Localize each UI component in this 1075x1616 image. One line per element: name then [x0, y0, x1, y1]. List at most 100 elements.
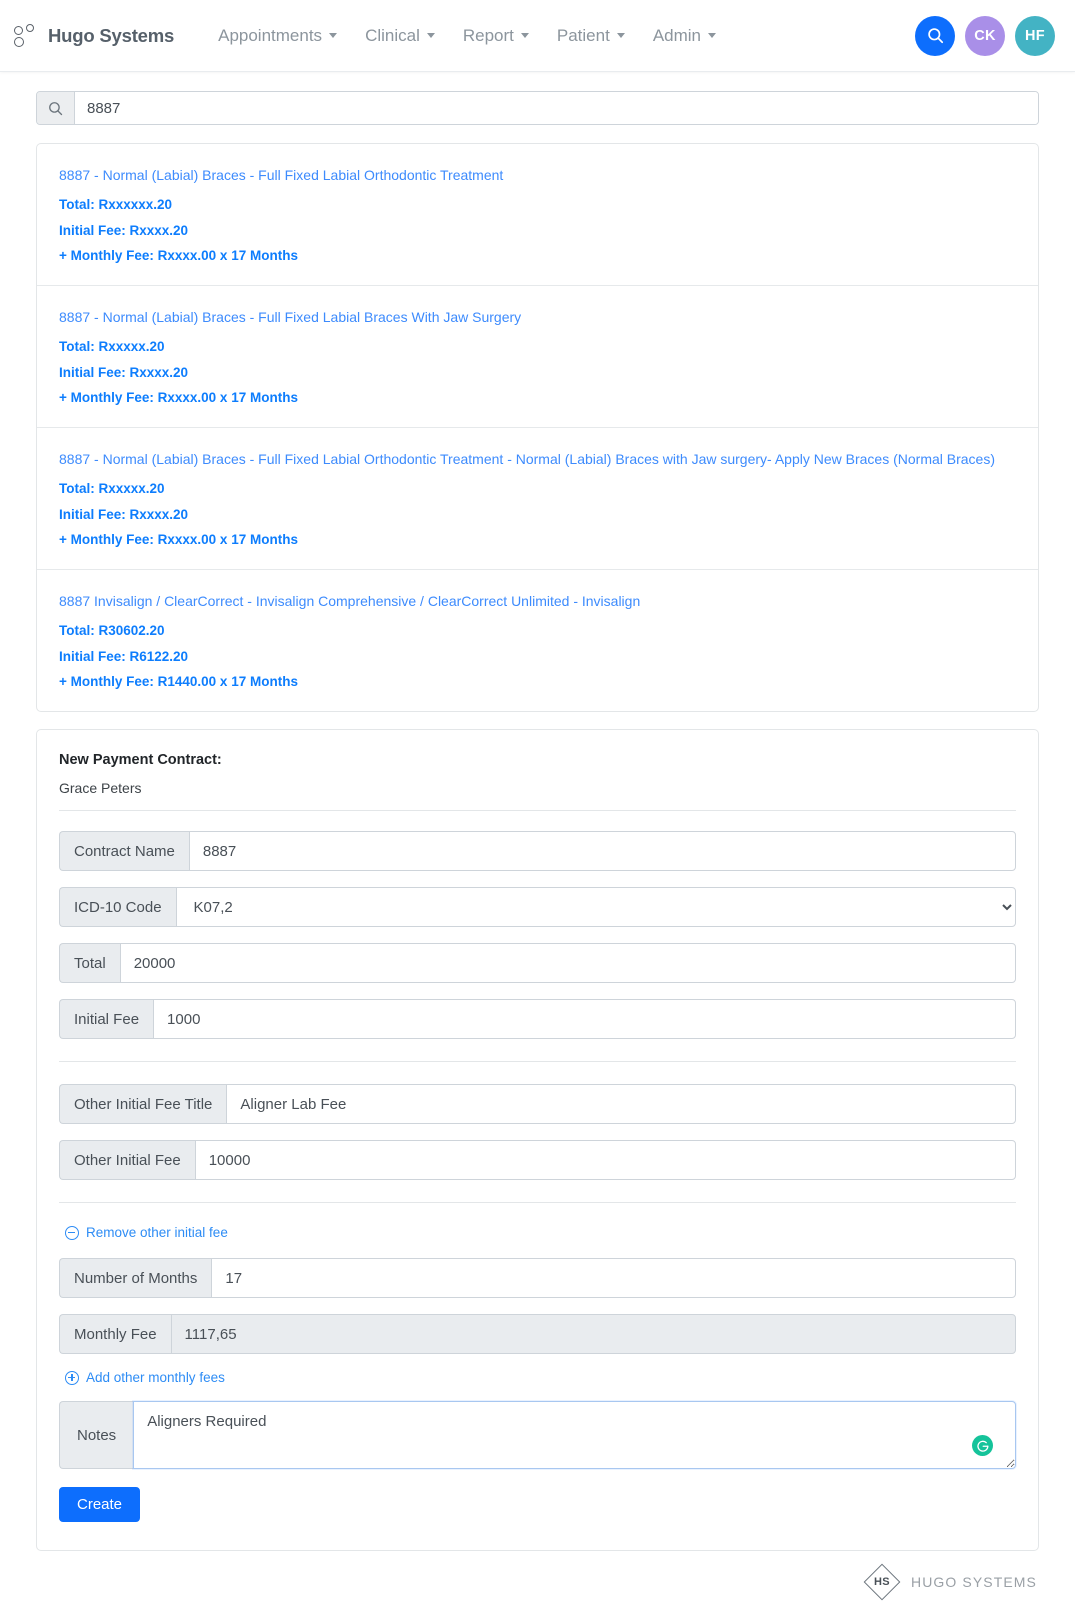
result-total: Total: R30602.20 [59, 623, 165, 639]
label-other-initial-fee: Other Initial Fee [59, 1140, 195, 1180]
input-total[interactable] [119, 943, 1016, 983]
search-result-item[interactable]: 8887 - Normal (Labial) Braces - Full Fix… [37, 144, 1038, 286]
result-title: 8887 - Normal (Labial) Braces - Full Fix… [59, 309, 522, 325]
footer-logo-initials: HS [874, 1576, 890, 1588]
result-title: 8887 - Normal (Labial) Braces - Full Fix… [59, 167, 504, 183]
field-total: Total [59, 943, 1016, 983]
field-notes: Notes Aligners Required [59, 1401, 1016, 1469]
search-bar [36, 91, 1039, 125]
main-nav: Appointments Clinical Report Patient Adm… [204, 20, 730, 52]
search-result-item[interactable]: 8887 Invisalign / ClearCorrect - Invisal… [37, 570, 1038, 711]
hugo-systems-diamond-icon: HS [863, 1563, 901, 1601]
input-other-initial-fee[interactable] [194, 1140, 1016, 1180]
result-monthly-fee: + Monthly Fee: Rxxxx.00 x 17 Months [59, 248, 298, 264]
result-initial-fee: Initial Fee: Rxxxx.20 [59, 222, 189, 238]
chevron-down-icon [426, 33, 435, 38]
divider [59, 1061, 1016, 1062]
nav-label-admin: Admin [652, 25, 702, 45]
minus-circle-icon [65, 1225, 79, 1240]
nav-label-clinical: Clinical [365, 25, 420, 45]
grammarly-icon[interactable] [972, 1435, 993, 1456]
search-icon [927, 28, 943, 44]
search-input[interactable] [75, 92, 1038, 124]
grammarly-g-glyph [976, 1440, 988, 1452]
label-other-initial-fee-title: Other Initial Fee Title [59, 1084, 227, 1124]
search-button[interactable] [915, 15, 955, 56]
result-total: Total: Rxxxxx.20 [59, 481, 165, 497]
remove-other-initial-fee-link[interactable]: Remove other initial fee [65, 1225, 228, 1240]
footer-brand-name: HUGO SYSTEMS [911, 1574, 1037, 1590]
field-number-of-months: Number of Months [59, 1258, 1016, 1298]
search-result-item[interactable]: 8887 - Normal (Labial) Braces - Full Fix… [37, 286, 1038, 428]
search-input-addon [37, 92, 75, 124]
page-content: 8887 - Normal (Labial) Braces - Full Fix… [0, 91, 1075, 1551]
hugo-systems-logo-icon [14, 23, 38, 49]
result-total: Total: Rxxxxx.20 [59, 339, 165, 355]
nav-label-patient: Patient [556, 25, 610, 45]
input-notes[interactable]: Aligners Required [133, 1401, 1016, 1469]
plus-circle-icon [65, 1370, 79, 1385]
select-icd10-code[interactable]: K07,2 [175, 887, 1016, 927]
field-monthly-fee: Monthly Fee [59, 1314, 1016, 1354]
search-result-item[interactable]: 8887 - Normal (Labial) Braces - Full Fix… [37, 428, 1038, 570]
input-other-initial-fee-title[interactable] [226, 1084, 1016, 1124]
page-footer: HS HUGO SYSTEMS [0, 1551, 1075, 1616]
nav-item-patient[interactable]: Patient [543, 20, 639, 52]
divider [59, 810, 1016, 811]
input-initial-fee[interactable] [153, 999, 1016, 1039]
nav-item-admin[interactable]: Admin [639, 20, 730, 52]
result-monthly-fee: + Monthly Fee: Rxxxx.00 x 17 Months [59, 390, 298, 406]
search-results-card: 8887 - Normal (Labial) Braces - Full Fix… [36, 143, 1039, 712]
add-other-monthly-fees-link[interactable]: Add other monthly fees [65, 1370, 225, 1385]
brand-name: Hugo Systems [48, 24, 175, 46]
result-initial-fee: Initial Fee: R6122.20 [59, 648, 189, 664]
chevron-down-icon [520, 33, 529, 38]
result-initial-fee: Initial Fee: Rxxxx.20 [59, 506, 189, 522]
new-payment-contract-form: New Payment Contract: Grace Peters Contr… [36, 729, 1039, 1551]
divider [59, 1202, 1016, 1203]
avatar-ck-initials: CK [974, 27, 996, 44]
result-total: Total: Rxxxxxx.20 [59, 197, 173, 213]
result-monthly-fee: + Monthly Fee: R1440.00 x 17 Months [59, 674, 298, 690]
top-navbar: Hugo Systems Appointments Clinical Repor… [0, 0, 1075, 72]
form-title: New Payment Contract: [59, 752, 222, 768]
chevron-down-icon [329, 33, 338, 38]
search-icon [49, 101, 63, 115]
brand-logo-link[interactable]: Hugo Systems [14, 23, 174, 49]
remove-other-initial-fee-label: Remove other initial fee [86, 1225, 228, 1240]
input-monthly-fee [170, 1314, 1016, 1354]
label-notes: Notes [59, 1401, 134, 1469]
notes-box: Aligners Required [133, 1401, 1016, 1469]
chevron-down-icon [616, 33, 625, 38]
label-total: Total [59, 943, 120, 983]
add-other-monthly-fees-label: Add other monthly fees [86, 1370, 225, 1385]
label-contract-name: Contract Name [59, 831, 189, 871]
field-initial-fee: Initial Fee [59, 999, 1016, 1039]
navbar-actions: CK HF [915, 15, 1055, 56]
label-initial-fee: Initial Fee [59, 999, 154, 1039]
input-number-of-months[interactable] [211, 1258, 1016, 1298]
field-contract-name: Contract Name [59, 831, 1016, 871]
label-monthly-fee: Monthly Fee [59, 1314, 171, 1354]
patient-name: Grace Peters [59, 780, 142, 796]
result-title: 8887 - Normal (Labial) Braces - Full Fix… [59, 451, 995, 467]
avatar-ck[interactable]: CK [965, 15, 1005, 56]
result-initial-fee: Initial Fee: Rxxxx.20 [59, 364, 189, 380]
label-icd10-code: ICD-10 Code [59, 887, 176, 927]
avatar-hf[interactable]: HF [1015, 15, 1055, 56]
input-contract-name[interactable] [188, 831, 1016, 871]
result-title: 8887 Invisalign / ClearCorrect - Invisal… [59, 593, 641, 609]
nav-item-clinical[interactable]: Clinical [351, 20, 449, 52]
nav-item-appointments[interactable]: Appointments [204, 20, 351, 52]
nav-label-report: Report [462, 25, 514, 45]
nav-label-appointments: Appointments [218, 25, 323, 45]
result-monthly-fee: + Monthly Fee: Rxxxx.00 x 17 Months [59, 532, 298, 548]
create-button[interactable]: Create [59, 1487, 141, 1522]
field-other-initial-fee-title: Other Initial Fee Title [59, 1084, 1016, 1124]
label-number-of-months: Number of Months [59, 1258, 212, 1298]
field-icd10-code: ICD-10 Code K07,2 [59, 887, 1016, 927]
field-other-initial-fee: Other Initial Fee [59, 1140, 1016, 1180]
chevron-down-icon [708, 33, 717, 38]
avatar-hf-initials: HF [1025, 27, 1045, 44]
nav-item-report[interactable]: Report [449, 20, 543, 52]
